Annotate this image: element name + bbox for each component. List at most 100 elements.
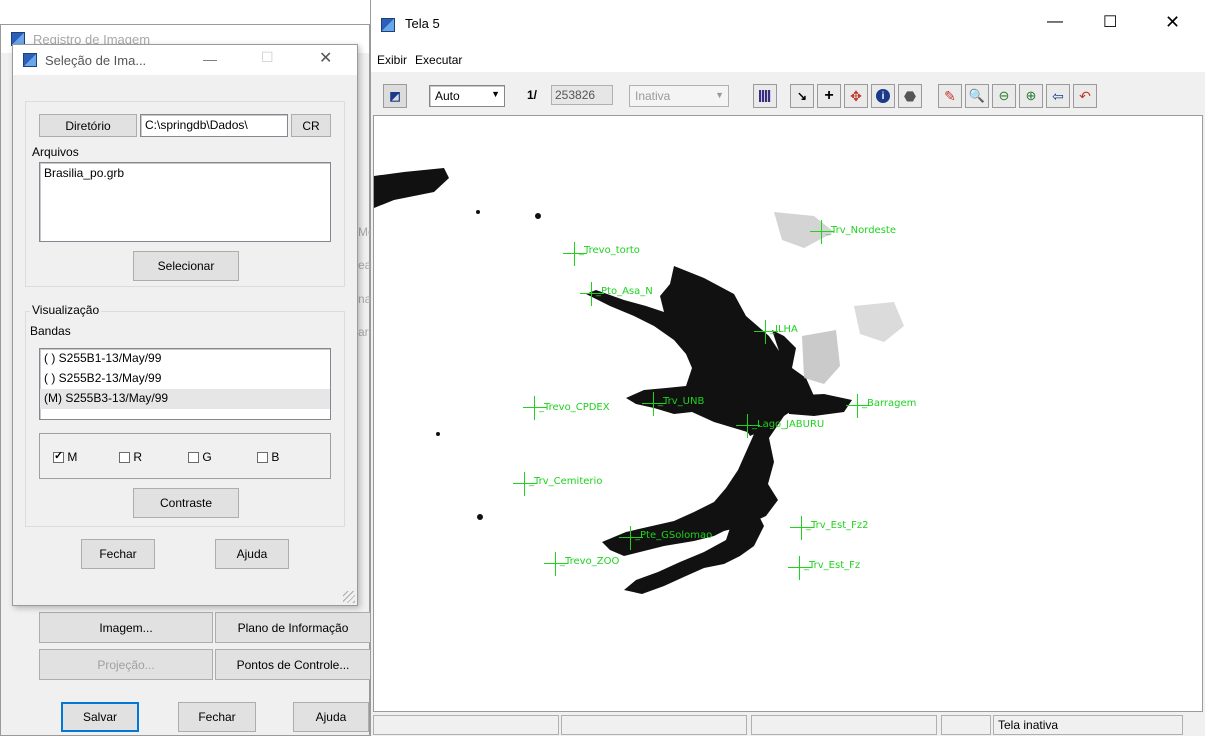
tela-titlebar: Tela 5 — ☐ ✕ — [371, 0, 1205, 48]
zoom-mode-value: Auto — [435, 89, 460, 103]
undo-icon[interactable]: ↶ — [1073, 84, 1097, 108]
zoom-mode-select[interactable]: Auto ▼ — [429, 85, 505, 107]
plano-informacao-button[interactable]: Plano de Informação — [215, 612, 371, 643]
selecao-fechar-button[interactable]: Fechar — [81, 539, 155, 569]
menu-exibir[interactable]: Exibir — [377, 53, 407, 67]
urban-patch-e2 — [854, 302, 904, 342]
arquivos-label: Arquivos — [32, 145, 79, 159]
lake-body — [586, 266, 814, 556]
status-cell — [941, 715, 991, 735]
checkbox-r[interactable]: R — [119, 450, 142, 464]
state-select[interactable]: Inativa ▼ — [629, 85, 729, 107]
minimize-icon[interactable]: — — [203, 51, 217, 67]
checkbox-b-label: B — [271, 450, 280, 464]
back-arrow-icon[interactable]: ⇦ — [1046, 84, 1070, 108]
zoom-area-icon[interactable]: ↘ — [790, 84, 814, 108]
menu-executar[interactable]: Executar — [415, 53, 462, 67]
image-canvas[interactable]: _Trv_Nordeste _Trevo_torto _Pto_Asa_N _I… — [373, 115, 1203, 712]
selecionar-button[interactable]: Selecionar — [133, 251, 239, 281]
lake-image — [374, 168, 904, 594]
plus-icon[interactable]: + — [817, 84, 841, 108]
zoom-in-icon[interactable]: 🔍 — [965, 84, 989, 108]
speck — [477, 514, 483, 520]
chevron-down-icon[interactable]: ▼ — [715, 90, 724, 100]
color-table-icon[interactable] — [753, 84, 777, 108]
pencil-icon[interactable]: ✎ — [938, 84, 962, 108]
resize-grip-icon[interactable] — [343, 591, 355, 603]
checkbox-g-label: G — [202, 450, 212, 464]
bandas-label: Bandas — [30, 324, 71, 338]
pontos-controle-button[interactable]: Pontos de Controle... — [215, 649, 371, 680]
contraste-button[interactable]: Contraste — [133, 488, 239, 518]
projecao-button[interactable]: Projeção... — [39, 649, 213, 680]
imagem-button[interactable]: Imagem... — [39, 612, 213, 643]
bandas-list[interactable]: ( ) S255B1-13/May/99 ( ) S255B2-13/May/9… — [39, 348, 331, 420]
control-point-label: _Trevo_torto — [579, 245, 640, 256]
status-cell — [751, 715, 937, 735]
toolbar: ◩ Auto ▼ 1/ 253826 Inativa ▼ ↘ + ✥ i ⬣ ✎… — [371, 76, 1205, 114]
control-point-label: _Trv_UNB — [658, 396, 705, 407]
close-icon[interactable]: ✕ — [1165, 12, 1180, 33]
checkbox-b-box[interactable] — [257, 452, 268, 464]
info-icon[interactable]: i — [871, 84, 895, 108]
checkbox-g-box[interactable] — [188, 452, 199, 464]
scale-field[interactable]: 253826 — [551, 85, 613, 105]
app-icon — [23, 53, 37, 67]
maximize-icon[interactable]: ☐ — [1103, 12, 1117, 32]
cursor-tool-icon[interactable]: ⬣ — [898, 84, 922, 108]
selecao-dialog: Seleção de Ima... — ☐ ✕ Diretório C:\spr… — [12, 44, 358, 606]
menu-bar: Exibir Executar — [371, 48, 1205, 72]
control-point-label: _Pte_GSolomao — [635, 530, 713, 541]
control-point-label: _Trv_Cemiterio — [529, 476, 603, 487]
cr-button[interactable]: CR — [291, 114, 331, 137]
checkbox-g[interactable]: G — [188, 450, 212, 464]
control-point-label: _Trv_Est_Fz — [804, 560, 861, 571]
status-bar: Tela inativa — [371, 713, 1205, 736]
tela-title: Tela 5 — [405, 16, 440, 31]
maximize-icon: ☐ — [261, 49, 274, 65]
checkbox-m-box[interactable] — [53, 449, 64, 464]
scale-prefix: 1/ — [527, 88, 538, 102]
diretorio-button[interactable]: Diretório — [39, 114, 137, 137]
close-icon[interactable]: ✕ — [319, 48, 332, 68]
minimize-icon[interactable]: — — [1047, 13, 1063, 31]
speck — [476, 210, 480, 214]
channel-checkbox-group: M R G B — [39, 433, 331, 479]
speck — [535, 213, 541, 219]
list-item[interactable]: ( ) S255B2-13/May/99 — [40, 369, 330, 389]
pan-icon[interactable]: ✥ — [844, 84, 868, 108]
arquivos-list[interactable]: Brasilia_po.grb — [39, 162, 331, 242]
diretorio-path-field[interactable]: C:\springdb\Dados\ — [140, 114, 288, 137]
state-select-value: Inativa — [635, 89, 671, 103]
visualizacao-group: Visualização Bandas ( ) S255B1-13/May/99… — [25, 303, 345, 527]
checkbox-r-box[interactable] — [119, 452, 130, 464]
selecao-titlebar: Seleção de Ima... — ☐ ✕ — [13, 45, 357, 75]
checkbox-m-label: M — [67, 450, 78, 464]
status-cell — [373, 715, 559, 735]
registro-fechar-button[interactable]: Fechar — [178, 702, 256, 732]
selecao-ajuda-button[interactable]: Ajuda — [215, 539, 289, 569]
refresh-icon[interactable]: ◩ — [383, 84, 407, 108]
lake-arm-east — [784, 394, 852, 416]
zoom-previous-icon[interactable]: ⊕ — [1019, 84, 1043, 108]
checkbox-b[interactable]: B — [257, 450, 279, 464]
salvar-button[interactable]: Salvar — [61, 702, 139, 732]
chevron-down-icon[interactable]: ▼ — [491, 89, 500, 99]
urban-patch-e — [802, 330, 840, 384]
checkbox-m[interactable]: M — [53, 449, 78, 464]
checkbox-r-label: R — [133, 450, 143, 464]
tela-window: Tela 5 — ☐ ✕ Exibir Executar ◩ Auto ▼ 1/… — [370, 0, 1205, 736]
control-point-label: _Pto_Asa_N — [596, 286, 653, 297]
control-point-label: _Trevo_ZOO — [560, 556, 620, 567]
control-point-label: _Trv_Nordeste — [826, 225, 896, 236]
control-point-label: _Trevo_CPDEX — [539, 402, 610, 413]
registro-side-letter-4: ar — [358, 325, 369, 339]
list-item[interactable]: ( ) S255B1-13/May/99 — [40, 349, 330, 369]
zoom-out-icon[interactable]: ⊖ — [992, 84, 1016, 108]
registro-ajuda-button[interactable]: Ajuda — [293, 702, 369, 732]
selecao-title: Seleção de Ima... — [45, 52, 147, 68]
list-item[interactable]: Brasilia_po.grb — [40, 163, 330, 183]
list-item[interactable]: (M) S255B3-13/May/99 — [40, 389, 330, 409]
dark-region — [374, 168, 449, 208]
status-text: Tela inativa — [993, 715, 1183, 735]
